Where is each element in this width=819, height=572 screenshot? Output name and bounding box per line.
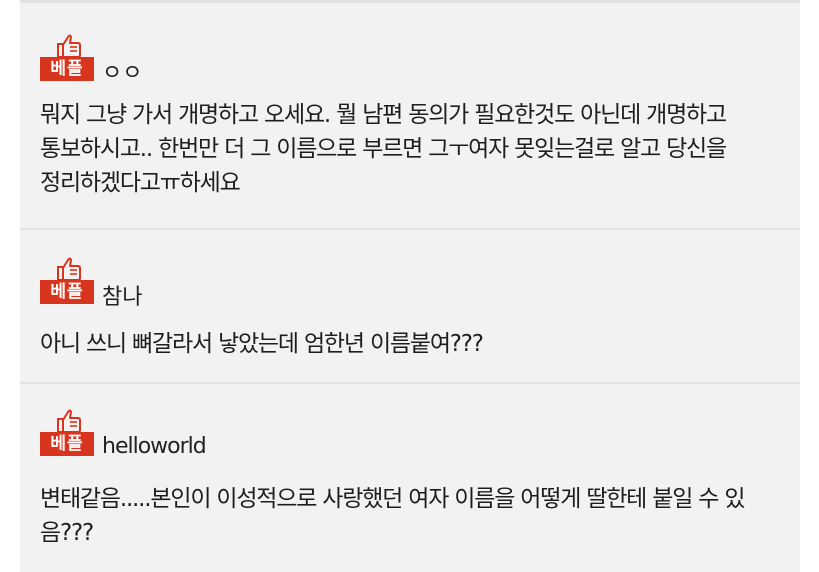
best-comment-badge: 베플 [40, 33, 94, 83]
comment-body: 아니 쓰니 뼈갈라서 낳았는데 엄한년 이름붙여??? [40, 327, 780, 361]
comment-item: 베플 ㅇㅇ 뭐지 그냥 가서 개명하고 오세요. 뭘 남편 동의가 필요한것도 … [20, 0, 800, 228]
comment-line: 음??? [40, 520, 94, 546]
comment-line: 뭐지 그냥 가서 개명하고 오세요. 뭘 남편 동의가 필요한것도 아닌데 개명… [40, 102, 727, 128]
best-comments-panel: 베플 ㅇㅇ 뭐지 그냥 가서 개명하고 오세요. 뭘 남편 동의가 필요한것도 … [20, 0, 800, 572]
comment-item: 베플 helloworld 변태같음.....본인이 이성적으로 사랑했던 여자… [20, 384, 800, 572]
comment-line: 아니 쓰니 뼈갈라서 낳았는데 엄한년 이름붙여??? [40, 331, 484, 357]
comment-line: 정리하겠다고ㅠ하세요 [40, 170, 241, 196]
best-label: 베플 [40, 432, 94, 456]
thumbs-up-icon [57, 257, 81, 281]
best-label: 베플 [40, 57, 94, 81]
comment-item: 베플 참나 아니 쓰니 뼈갈라서 낳았는데 엄한년 이름붙여??? [20, 230, 800, 382]
best-comment-badge: 베플 [40, 408, 94, 458]
comment-username[interactable]: helloworld [102, 434, 207, 459]
thumbs-up-icon [57, 409, 81, 433]
comment-body: 변태같음.....본인이 이성적으로 사랑했던 여자 이름을 어떻게 딸한테 붙… [40, 482, 780, 550]
comment-username[interactable]: ㅇㅇ [102, 55, 142, 87]
comment-line: 변태같음.....본인이 이성적으로 사랑했던 여자 이름을 어떻게 딸한테 붙… [40, 486, 746, 512]
thumbs-up-icon [57, 34, 81, 58]
comment-line: 통보하시고.. 한번만 더 그 이름으로 부르면 그ㅜ여자 못잊는걸로 알고 당… [40, 136, 727, 162]
comment-username[interactable]: 참나 [102, 279, 142, 311]
comment-body: 뭐지 그냥 가서 개명하고 오세요. 뭘 남편 동의가 필요한것도 아닌데 개명… [40, 98, 780, 200]
best-label: 베플 [40, 280, 94, 304]
best-comment-badge: 베플 [40, 256, 94, 306]
